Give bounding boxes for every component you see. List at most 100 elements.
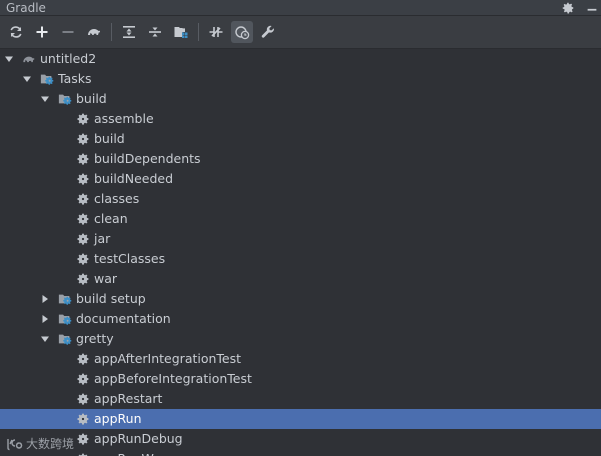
chevron-down-icon[interactable] — [4, 54, 14, 64]
task-row[interactable]: build — [0, 129, 601, 149]
gear-icon — [76, 452, 90, 456]
gear-icon[interactable] — [561, 1, 575, 15]
expand-all-button[interactable] — [118, 21, 140, 43]
tree-item-label: appBeforeIntegrationTest — [94, 371, 252, 386]
chevron-down-icon[interactable] — [22, 74, 32, 84]
folder-grid-icon — [174, 27, 188, 38]
tree-item-label: build — [76, 91, 107, 106]
group-row[interactable]: documentation — [0, 309, 601, 329]
task-row[interactable]: appRestart — [0, 389, 601, 409]
gear-icon — [76, 232, 90, 246]
task-row[interactable]: jar — [0, 229, 601, 249]
chevron-down-icon[interactable] — [40, 94, 50, 104]
task-row[interactable]: appRunDebug — [0, 429, 601, 449]
gear-icon — [76, 192, 90, 206]
folder-gear-icon — [58, 312, 72, 326]
show-dependencies-button[interactable] — [231, 21, 253, 43]
tree-item-label: documentation — [76, 311, 171, 326]
gear-icon — [76, 372, 90, 386]
watermark-text: 大数跨境 — [26, 437, 75, 451]
gear-icon — [76, 212, 90, 226]
tree-item-label: gretty — [76, 331, 114, 346]
task-row[interactable]: testClasses — [0, 249, 601, 269]
tree-item-label: classes — [94, 191, 140, 206]
execute-task-button[interactable] — [83, 21, 105, 43]
tree-item-label: buildNeeded — [94, 171, 174, 186]
chevron-right-icon[interactable] — [40, 314, 50, 324]
tree-item-label: jar — [94, 231, 111, 246]
gear-icon — [76, 272, 90, 286]
collapse-all-button[interactable] — [144, 21, 166, 43]
chevron-down-icon[interactable] — [40, 334, 50, 344]
gear-icon — [76, 252, 90, 266]
toolbar-separator — [111, 23, 112, 41]
tree-item-label: Tasks — [58, 71, 92, 86]
add-button[interactable] — [31, 21, 53, 43]
task-row[interactable]: appAfterIntegrationTest — [0, 349, 601, 369]
watermark-logo-icon — [7, 438, 23, 450]
gradle-tool-window: Gradle untitled2 Tasks build assemble bu… — [0, 0, 601, 456]
gear-icon — [76, 112, 90, 126]
watermark: 大数跨境 — [6, 435, 74, 452]
minimize-icon[interactable] — [585, 1, 599, 15]
expand-all-icon — [123, 26, 135, 38]
task-row[interactable]: buildDependents — [0, 149, 601, 169]
task-row[interactable]: appBeforeIntegrationTest — [0, 369, 601, 389]
gradle-toolbar — [0, 16, 601, 49]
group-row[interactable]: build setup — [0, 289, 601, 309]
task-row[interactable]: buildNeeded — [0, 169, 601, 189]
build-settings-button[interactable] — [257, 21, 279, 43]
task-row[interactable]: assemble — [0, 109, 601, 129]
remove-button[interactable] — [57, 21, 79, 43]
tree-item-label: buildDependents — [94, 151, 201, 166]
tree-item-label: appRestart — [94, 391, 163, 406]
tree-item-label: testClasses — [94, 251, 166, 266]
task-row[interactable]: appRun — [0, 409, 601, 429]
group-row[interactable]: build — [0, 89, 601, 109]
refresh-icon — [10, 26, 22, 38]
group-tasks-button[interactable] — [170, 21, 192, 43]
task-row[interactable]: clean — [0, 209, 601, 229]
tree-item-label: appRunWar — [94, 449, 166, 456]
title-actions — [561, 0, 599, 16]
tree-item-label: appRun — [94, 411, 142, 426]
refresh-button[interactable] — [5, 21, 27, 43]
toggle-offline-icon — [209, 27, 223, 37]
group-row[interactable]: untitled2 — [0, 49, 601, 69]
tree-item-label: clean — [94, 211, 128, 226]
collapse-all-icon — [149, 27, 161, 37]
task-row[interactable]: appRunWar — [0, 449, 601, 456]
window-title: Gradle — [6, 1, 46, 15]
task-row[interactable]: classes — [0, 189, 601, 209]
elephant-icon — [88, 29, 100, 35]
tree-item-label: war — [94, 271, 118, 286]
gear-icon — [76, 172, 90, 186]
task-row[interactable]: war — [0, 269, 601, 289]
folder-gear-icon — [58, 332, 72, 346]
tree-item-label: build setup — [76, 291, 146, 306]
folder-gear-icon — [58, 292, 72, 306]
gear-icon — [76, 392, 90, 406]
plus-icon — [36, 26, 48, 38]
tree-item-label: appAfterIntegrationTest — [94, 351, 242, 366]
chevron-right-icon[interactable] — [40, 294, 50, 304]
gear-icon — [76, 352, 90, 366]
gear-icon — [76, 152, 90, 166]
gear-icon — [76, 432, 90, 446]
group-row[interactable]: Tasks — [0, 69, 601, 89]
minus-icon — [62, 31, 74, 33]
tree-item-label: untitled2 — [40, 51, 97, 66]
tree-item-label: build — [94, 131, 125, 146]
toolbar-separator — [198, 23, 199, 41]
tree-item-label: appRunDebug — [94, 431, 183, 446]
wrench-icon — [261, 25, 274, 38]
settings-clock-icon — [235, 26, 250, 40]
title-bar: Gradle — [0, 0, 601, 16]
toggle-offline-button[interactable] — [205, 21, 227, 43]
gear-icon — [76, 412, 90, 426]
gear-icon — [76, 132, 90, 146]
group-row[interactable]: gretty — [0, 329, 601, 349]
task-tree: untitled2 Tasks build assemble build buildDep… — [0, 49, 601, 456]
elephant-icon — [22, 52, 36, 66]
folder-gear-icon — [58, 92, 72, 106]
